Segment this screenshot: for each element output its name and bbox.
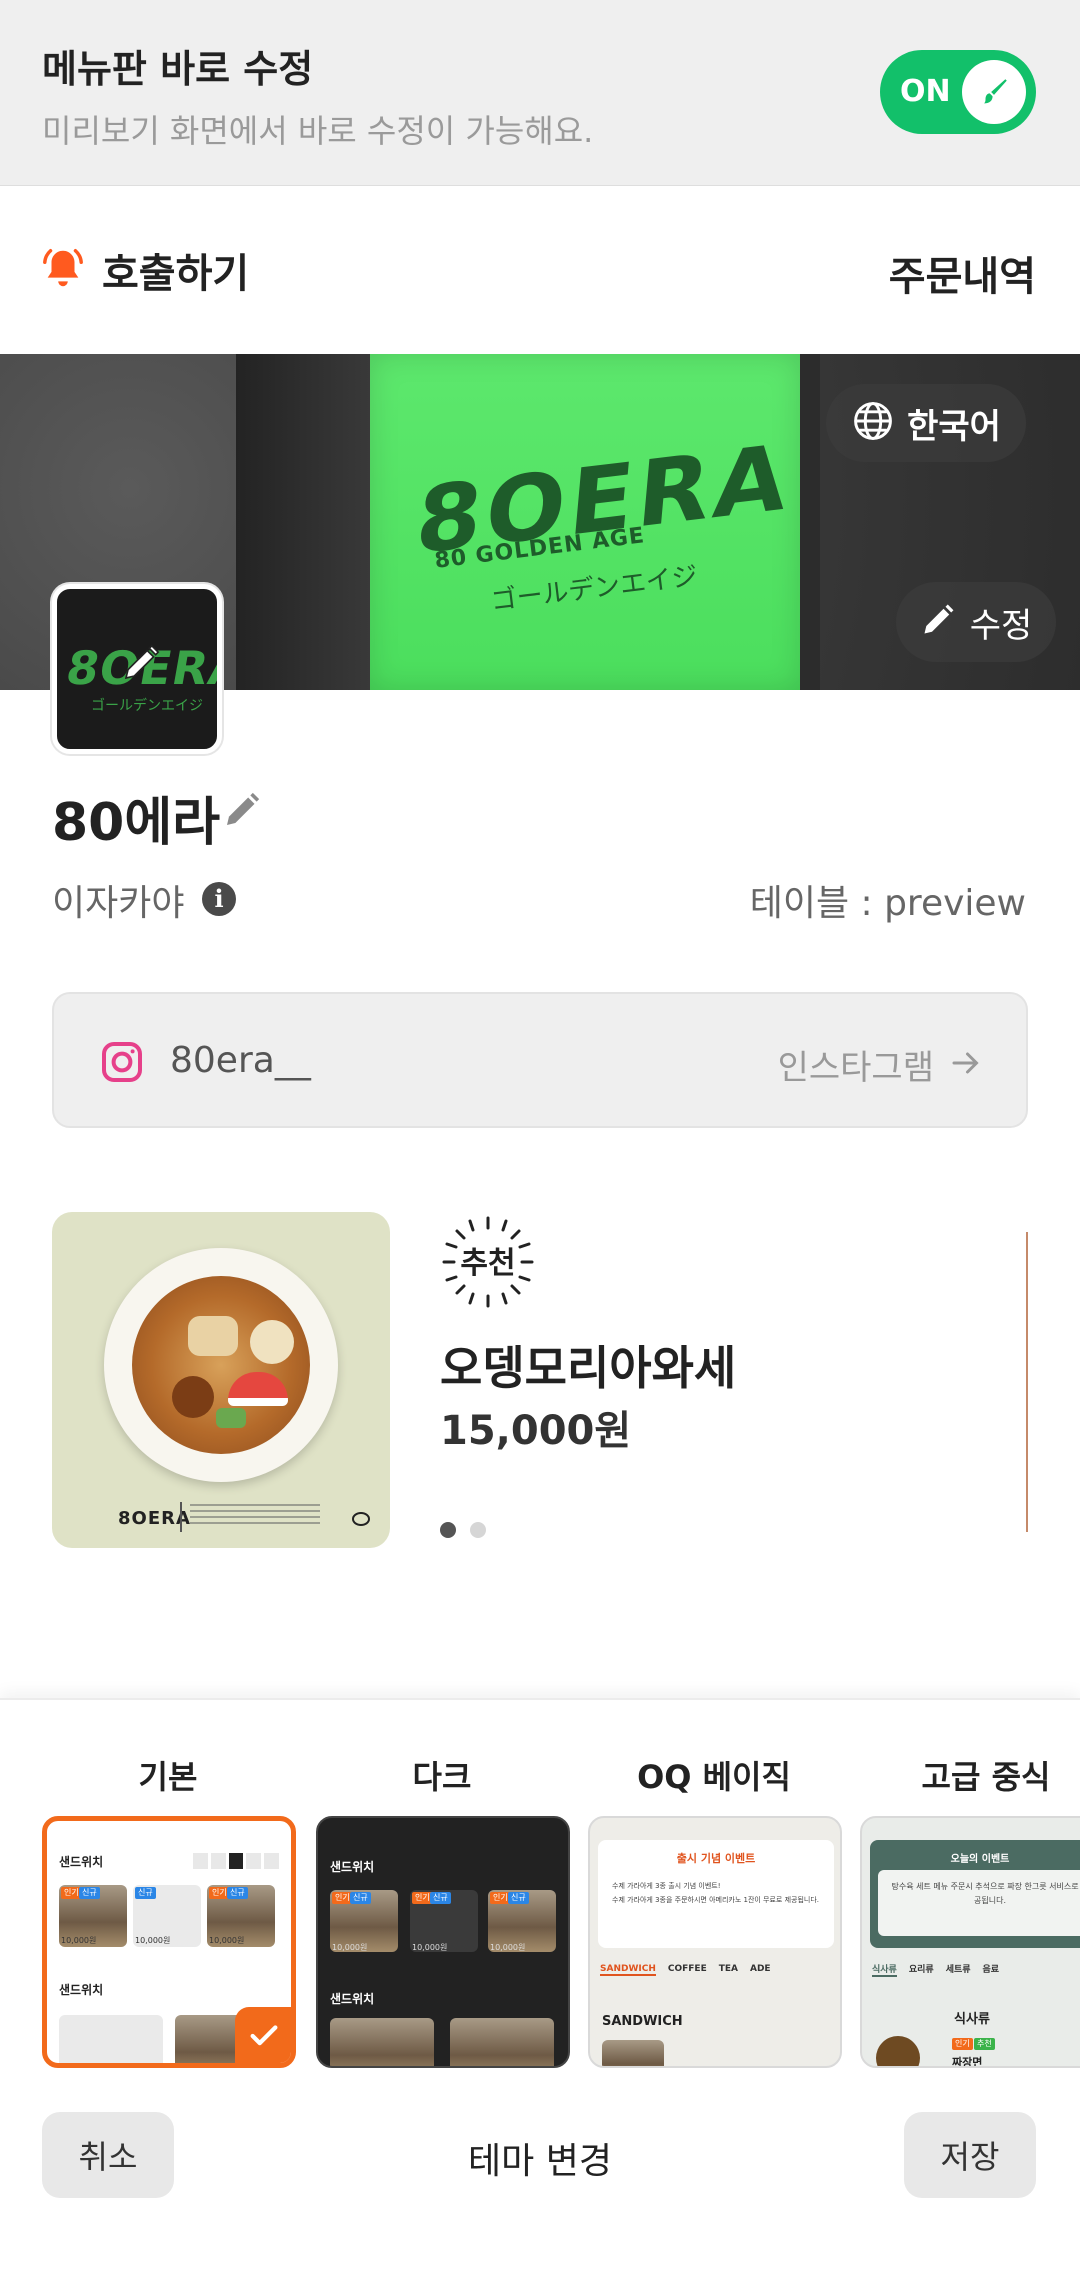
- edit-mode-toggle[interactable]: ON: [880, 50, 1036, 134]
- cover-sign-edge: [800, 354, 820, 690]
- preview-tag-new: 신규: [350, 1892, 371, 1904]
- preview-price: 10,000원: [490, 1943, 526, 1952]
- pencil-icon: [920, 602, 956, 642]
- preview-category-tabs: SANDWICH COFFEE TEA ADE: [600, 1964, 771, 1976]
- preview-price: 10,000원: [135, 1936, 171, 1945]
- preview-price: 10,000원: [209, 1936, 245, 1945]
- language-selector[interactable]: 한국어: [826, 384, 1026, 462]
- preview-tag-new: 신규: [430, 1892, 451, 1904]
- pencil-icon[interactable]: [222, 790, 262, 834]
- preview-price: 10,000원: [412, 1943, 448, 1952]
- cover-edit-label: 수정: [969, 605, 1033, 646]
- theme-preview-premium-chinese[interactable]: 오늘의 이벤트 탕수육 세트 메뉴 주문시 추석으로 짜장 한그릇 서비스로 제…: [860, 1816, 1080, 2068]
- preview-tag-new: 신규: [79, 1887, 100, 1899]
- preview-section-title: 샌드위치: [59, 1983, 104, 1997]
- edit-mode-banner: 메뉴판 바로 수정 미리보기 화면에서 바로 수정이 가능해요. ON: [0, 0, 1080, 186]
- selected-check-icon: [235, 2007, 291, 2063]
- save-button[interactable]: 저장: [904, 2112, 1036, 2198]
- cover-sign: 8OERA 80 GOLDEN AGE ゴールデンエイジ: [370, 354, 800, 690]
- preview-section-title: 식사류: [954, 2012, 990, 2027]
- theme-tab-dark[interactable]: 다크: [316, 1752, 568, 1798]
- promo-menu-name[interactable]: 오뎅모리아와세: [440, 1332, 736, 1398]
- info-icon[interactable]: i: [202, 882, 236, 916]
- store-logo[interactable]: 8OERA ゴールデンエイジ: [52, 584, 222, 754]
- promo-menu-image[interactable]: 8OERA: [52, 1212, 390, 1548]
- theme-tab-oq-basic[interactable]: OQ 베이직: [588, 1752, 840, 1798]
- table-number: 테이블 : preview: [749, 883, 1026, 924]
- store-name: 80에라: [52, 793, 221, 853]
- theme-preview-dark[interactable]: 샌드위치 인기 신규 10,000원 인기 신규 10,000원 인기 신규 1…: [316, 1816, 570, 2068]
- instagram-link-row[interactable]: 80era__ 인스타그램: [52, 992, 1028, 1128]
- preview-event-card: 오늘의 이벤트 탕수육 세트 메뉴 주문시 추석으로 짜장 한그릇 서비스로 제…: [870, 1840, 1080, 1948]
- store-logo-japanese: ゴールデンエイジ: [91, 698, 203, 714]
- preview-section-title: 샌드위치: [330, 1992, 375, 2006]
- carousel-dot[interactable]: [470, 1522, 486, 1538]
- preview-tag-new: 신규: [135, 1887, 156, 1899]
- preview-category-tabs: 식사류 요리류 세트류 음료: [872, 1962, 999, 1977]
- preview-item-image: [602, 2040, 664, 2066]
- top-bar: 호출하기 주문내역: [0, 186, 1080, 354]
- toggle-label: ON: [900, 74, 951, 109]
- preview-event-line: 수제 가라아게 3종 출시 기념 이벤트!: [612, 1882, 721, 1890]
- pencil-icon: [121, 643, 161, 687]
- language-label: 한국어: [907, 406, 1001, 447]
- edit-mode-title: 메뉴판 바로 수정: [42, 47, 314, 91]
- next-card-peek: [1026, 1232, 1028, 1532]
- theme-tab-premium-chinese[interactable]: 고급 중식: [860, 1752, 1080, 1798]
- carousel-dot-active[interactable]: [440, 1522, 456, 1538]
- preview-tag-new: 신규: [227, 1887, 248, 1899]
- preview-event-title: 출시 기념 이벤트: [676, 1852, 756, 1865]
- instagram-handle: 80era__: [170, 1040, 311, 1081]
- preview-price: 10,000원: [61, 1936, 97, 1945]
- layout-switch-icons: [193, 1853, 279, 1869]
- promo-image-fine-print: [190, 1504, 320, 1528]
- preview-section-title: SANDWICH: [602, 2014, 683, 2029]
- store-category: 이자카야: [52, 883, 185, 924]
- preview-event-text: 탕수육 세트 메뉴 주문시 추석으로 짜장 한그릇 서비스로 제공됩니다.: [891, 1882, 1080, 1905]
- promo-menu-price: 15,000원: [440, 1408, 632, 1454]
- preview-item-image: [450, 2018, 554, 2066]
- preview-tag-new: 신규: [508, 1892, 529, 1904]
- preview-section-title: 샌드위치: [330, 1860, 375, 1874]
- preview-event-title: 오늘의 이벤트: [950, 1854, 1010, 1865]
- preview-item-image: [330, 2018, 434, 2066]
- preview-event-line: 수제 가라아게 3종을 주문하시면 아메리카노 1잔이 무료로 제공됩니다.: [612, 1896, 820, 1904]
- preview-section-title: 샌드위치: [59, 1855, 104, 1869]
- bell-icon: [40, 245, 86, 295]
- preview-item-name: 짜장면: [952, 2056, 983, 2068]
- instagram-link-label: 인스타그램: [777, 1048, 934, 1088]
- arrow-right-icon: [948, 1045, 984, 1085]
- preview-tag-hot: 인기: [952, 2038, 973, 2050]
- preview-item-image: [59, 2015, 163, 2063]
- cover-sign-side: [236, 354, 376, 690]
- theme-preview-basic[interactable]: 샌드위치 인기 신규 10,000원 신규 10,000원 인기 신규 10,0…: [42, 1816, 296, 2068]
- call-staff-button[interactable]: 호출하기: [40, 242, 249, 298]
- brush-icon: [962, 60, 1026, 124]
- theme-tab-basic[interactable]: 기본: [42, 1752, 294, 1798]
- order-history-button[interactable]: 주문내역: [889, 244, 1036, 302]
- cover-edit-button[interactable]: 수정: [896, 582, 1056, 662]
- call-staff-label: 호출하기: [102, 251, 250, 297]
- preview-tag-new: 추천: [974, 2038, 995, 2050]
- preview-item-image: [876, 2036, 920, 2066]
- edit-mode-subtitle: 미리보기 화면에서 바로 수정이 가능해요.: [42, 112, 594, 150]
- globe-icon: [851, 399, 895, 447]
- instagram-open-link[interactable]: 인스타그램: [778, 1040, 984, 1089]
- instagram-icon: [98, 1038, 146, 1090]
- theme-preview-oq-basic[interactable]: 출시 기념 이벤트 수제 가라아게 3종 출시 기념 이벤트! 수제 가라아게 …: [588, 1816, 842, 2068]
- preview-event-card: 출시 기념 이벤트 수제 가라아게 3종 출시 기념 이벤트! 수제 가라아게 …: [598, 1840, 834, 1948]
- carousel-indicator: [440, 1522, 486, 1538]
- oden-bowl-image: [104, 1248, 338, 1482]
- recommend-badge-label: 추천: [460, 1246, 516, 1281]
- cover-sign-japanese: ゴールデンエイジ: [489, 561, 700, 617]
- preview-price: 10,000원: [332, 1943, 368, 1952]
